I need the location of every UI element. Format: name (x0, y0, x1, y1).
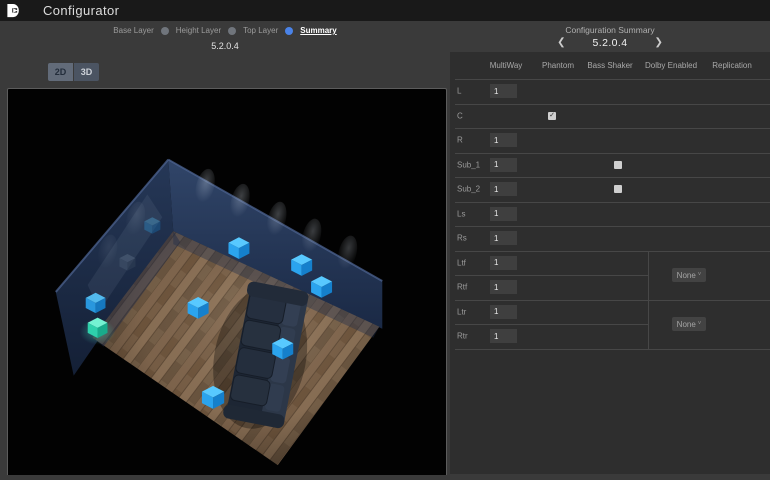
row-label-rtr: Rtr (457, 332, 468, 341)
room-3d-viewport[interactable] (7, 88, 447, 475)
room-render (8, 89, 446, 475)
row-label-r: R (457, 136, 463, 145)
row-separator (455, 275, 648, 276)
multiway-input-sub_1[interactable] (490, 158, 517, 172)
row-label-rs: Rs (457, 234, 467, 243)
layer-tab-top-layer[interactable]: Top Layer (243, 26, 278, 35)
view-toggle-2d[interactable]: 2D (48, 63, 73, 81)
layer-subtitle: 5.2.0.4 (0, 41, 450, 51)
layer-step-dot[interactable] (285, 27, 293, 35)
row-separator (455, 153, 770, 154)
multiway-input-sub_2[interactable] (490, 182, 517, 196)
row-separator (455, 177, 770, 178)
multiway-input-ltr[interactable] (490, 305, 517, 319)
bass-shaker-checkbox-sub_1[interactable] (614, 161, 622, 169)
row-separator (455, 251, 770, 252)
phantom-checkbox-c[interactable]: ✓ (548, 112, 556, 120)
row-separator (455, 104, 770, 105)
row-separator (455, 300, 770, 301)
replication-select-0[interactable]: None˅ (672, 268, 706, 282)
chevron-down-icon: ˅ (698, 321, 702, 327)
row-separator (455, 324, 648, 325)
row-separator (455, 226, 770, 227)
layer-nav: Base Layer Height Layer Top Layer Summary (0, 26, 450, 35)
row-label-rtf: Rtf (457, 283, 467, 292)
replication-select-1[interactable]: None˅ (672, 317, 706, 331)
row-separator (455, 349, 770, 350)
chevron-down-icon: ˅ (698, 272, 702, 278)
row-label-sub_2: Sub_2 (457, 185, 480, 194)
configuration-summary-panel: Configuration Summary ❮ 5.2.0.4 ❯ MultiW… (450, 21, 770, 474)
row-separator (455, 79, 770, 80)
layer-tab-summary[interactable]: Summary (300, 26, 336, 35)
bass-shaker-checkbox-sub_2[interactable] (614, 185, 622, 193)
top-bar: Configurator (0, 0, 770, 21)
multiway-input-ltf[interactable] (490, 256, 517, 270)
layer-tab-height-layer[interactable]: Height Layer (176, 26, 221, 35)
app-logo-icon (6, 3, 20, 18)
speaker-config-table: LC✓RSub_1Sub_2LsRsLtfRtfLtrRtrNone˅None˅ (450, 21, 770, 474)
multiway-input-l[interactable] (490, 84, 517, 98)
row-separator (455, 202, 770, 203)
replication-cell-border (648, 251, 649, 349)
multiway-input-rtf[interactable] (490, 280, 517, 294)
view-toggle-3d[interactable]: 3D (74, 63, 99, 81)
view-mode-toggle: 2D3D (48, 63, 99, 81)
replication-value: None (677, 271, 696, 280)
layer-step-dot[interactable] (161, 27, 169, 35)
row-label-c: C (457, 111, 463, 120)
app-title: Configurator (43, 3, 119, 18)
row-label-sub_1: Sub_1 (457, 160, 480, 169)
row-label-ls: Ls (457, 209, 465, 218)
multiway-input-ls[interactable] (490, 207, 517, 221)
multiway-input-r[interactable] (490, 133, 517, 147)
row-label-l: L (457, 87, 461, 96)
layer-tab-base-layer[interactable]: Base Layer (113, 26, 153, 35)
multiway-input-rtr[interactable] (490, 329, 517, 343)
row-separator (455, 128, 770, 129)
layer-step-dot[interactable] (228, 27, 236, 35)
row-label-ltr: Ltr (457, 307, 466, 316)
row-label-ltf: Ltf (457, 258, 466, 267)
replication-value: None (677, 320, 696, 329)
multiway-input-rs[interactable] (490, 231, 517, 245)
